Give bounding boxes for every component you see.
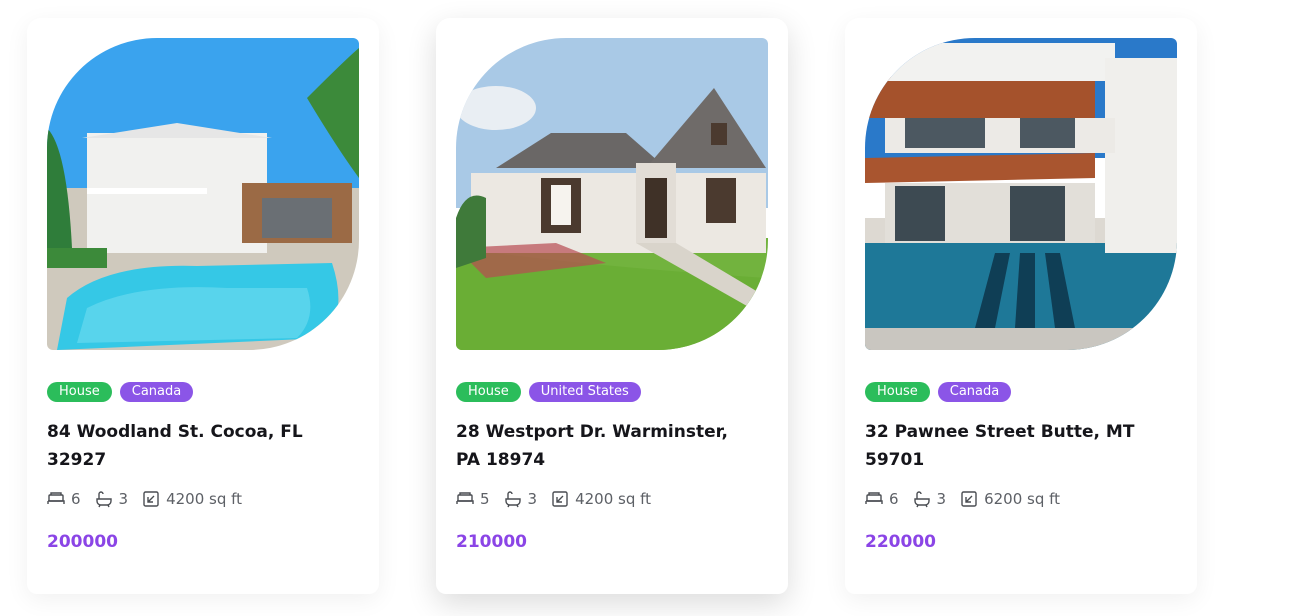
baths-count: 3 — [936, 490, 947, 508]
area-icon — [552, 491, 568, 507]
property-photo[interactable] — [47, 38, 359, 350]
property-type-tag[interactable]: House — [47, 382, 112, 402]
bath-icon — [504, 491, 521, 508]
baths-feature: 3 — [913, 490, 947, 508]
property-photo[interactable] — [865, 38, 1177, 350]
beds-count: 6 — [71, 490, 81, 508]
property-price: 220000 — [865, 532, 936, 552]
area-feature: 4200 sq ft — [551, 490, 651, 508]
property-address[interactable]: 84 Woodland St. Cocoa, FL 32927 — [47, 418, 347, 474]
tag-list: House United States — [456, 382, 641, 402]
baths-count: 3 — [118, 490, 129, 508]
baths-feature: 3 — [504, 490, 538, 508]
property-card[interactable]: House United States 28 Westport Dr. Warm… — [436, 18, 788, 594]
bath-icon — [913, 491, 930, 508]
property-card[interactable]: House Canada 84 Woodland St. Cocoa, FL 3… — [27, 18, 379, 594]
property-address[interactable]: 32 Pawnee Street Butte, MT 59701 — [865, 418, 1165, 474]
tag-list: House Canada — [865, 382, 1012, 402]
bed-icon — [865, 492, 883, 504]
location-tag[interactable]: Canada — [119, 382, 194, 402]
bed-icon — [456, 492, 474, 504]
area-size: 6200 sq ft — [984, 490, 1061, 508]
property-price: 200000 — [47, 532, 118, 552]
beds-count: 6 — [889, 490, 899, 508]
property-features: 6 3 6200 sq ft — [865, 490, 1060, 508]
beds-feature: 6 — [865, 490, 899, 508]
area-icon — [143, 491, 159, 507]
area-icon — [961, 491, 977, 507]
area-size: 4200 sq ft — [166, 490, 243, 508]
property-photo[interactable] — [456, 38, 768, 350]
tag-list: House Canada — [47, 382, 194, 402]
area-feature: 6200 sq ft — [960, 490, 1060, 508]
beds-feature: 5 — [456, 490, 490, 508]
baths-feature: 3 — [95, 490, 129, 508]
property-type-tag[interactable]: House — [456, 382, 521, 402]
area-feature: 4200 sq ft — [142, 490, 242, 508]
property-features: 5 3 4200 sq ft — [456, 490, 651, 508]
location-tag[interactable]: Canada — [937, 382, 1012, 402]
beds-count: 5 — [480, 490, 490, 508]
area-size: 4200 sq ft — [575, 490, 652, 508]
bed-icon — [47, 492, 65, 504]
bath-icon — [95, 491, 112, 508]
location-tag[interactable]: United States — [528, 382, 641, 402]
property-type-tag[interactable]: House — [865, 382, 930, 402]
beds-feature: 6 — [47, 490, 81, 508]
baths-count: 3 — [527, 490, 538, 508]
property-card[interactable]: House Canada 32 Pawnee Street Butte, MT … — [845, 18, 1197, 594]
property-features: 6 3 4200 sq ft — [47, 490, 242, 508]
property-price: 210000 — [456, 532, 527, 552]
property-address[interactable]: 28 Westport Dr. Warminster, PA 18974 — [456, 418, 756, 474]
